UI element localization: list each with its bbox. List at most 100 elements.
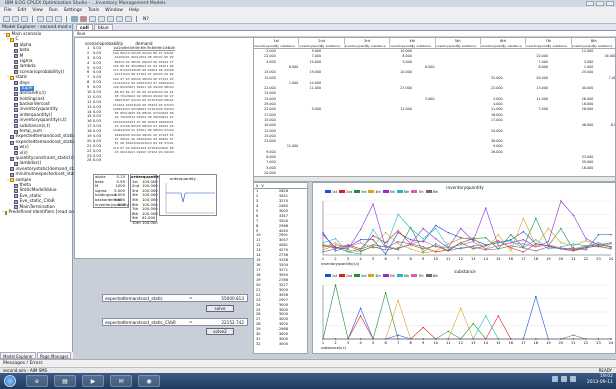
index-value-list[interactable]: x v 1 2826 2 3451 3 3270 4 2460 5 3005 6 3347 7 3200 8…	[253, 182, 308, 354]
page-icon[interactable]	[98, 16, 105, 22]
tab-bkue[interactable]: bkue	[93, 24, 113, 31]
solve2-button[interactable]: solve2	[206, 328, 234, 335]
menu-window[interactable]: Window	[105, 7, 123, 15]
parameter-table[interactable]: alpha 0.10 beta 0.95 M 1000 sigma 5.000 holdingc…	[93, 174, 129, 208]
data-point	[472, 338, 474, 340]
legend-item[interactable]: 6th	[396, 190, 409, 194]
tab-coll[interactable]: coll	[76, 24, 93, 31]
legend-item[interactable]: 5th	[382, 190, 395, 194]
new-icon[interactable]	[3, 16, 10, 22]
stop-icon[interactable]	[80, 16, 87, 22]
data-point	[359, 338, 362, 340]
data-point	[485, 236, 487, 239]
equals-icon: =	[189, 295, 193, 300]
data-point	[510, 338, 512, 340]
save-icon[interactable]	[21, 16, 28, 22]
legend-item[interactable]: 2nd	[338, 190, 352, 194]
data-point	[447, 247, 449, 249]
table-cell[interactable]: 100	[168, 150, 174, 154]
taskbar-app-media[interactable]: ▶	[82, 375, 104, 387]
solve-button[interactable]: solve	[206, 305, 234, 312]
legend-item[interactable]: 5th	[382, 274, 395, 278]
x-tick-label: 16	[509, 257, 513, 261]
messages-bar[interactable]: Messages / Errors	[0, 359, 616, 367]
data-point	[535, 295, 537, 298]
legend-item[interactable]: 3rd	[354, 190, 366, 194]
horizontal-scrollbar[interactable]	[254, 176, 615, 181]
run-icon[interactable]	[71, 16, 78, 22]
messages-label: Messages / Errors	[3, 361, 43, 366]
legend-item[interactable]: 8th	[425, 190, 438, 194]
tree-item[interactable]: − Predefined Identifiers [read only]	[2, 210, 79, 215]
data-point	[485, 249, 487, 251]
menu-help[interactable]: Help	[129, 7, 139, 15]
data-point	[472, 236, 474, 239]
tree-item[interactable]: Cminimumexpectedcost_static_CVaR	[2, 172, 92, 177]
var-identifier-icon: V	[14, 145, 18, 150]
data-page-left: scenarioprobability 1 2 3 4 5 6 7 8 9 10 11 12 13 14 1…	[74, 37, 254, 259]
volume-icon[interactable]	[561, 376, 567, 382]
legend-item[interactable]: 7th	[411, 190, 424, 194]
table-row[interactable]: 10th 100.000	[131, 220, 158, 226]
legend-item[interactable]: 2nd	[338, 274, 352, 278]
tab-page-manager[interactable]: Page Manager	[36, 352, 72, 359]
tab-model-explorer[interactable]: Model Explorer	[0, 352, 36, 359]
copy-icon[interactable]	[46, 16, 53, 22]
legend-item[interactable]: 4th	[368, 190, 381, 194]
orderquantity-table[interactable]: orderquantity 1st 100.000 2nd 100.000 3rd 100.…	[130, 174, 161, 225]
menu-run[interactable]: Run	[49, 7, 58, 15]
close-button[interactable]	[606, 1, 614, 6]
data-point	[435, 227, 437, 230]
taskbar-app-explorer[interactable]: ▤	[54, 375, 76, 387]
grid-icon[interactable]	[125, 16, 132, 22]
open-icon[interactable]	[12, 16, 19, 22]
data-point	[334, 242, 337, 244]
inventory-substance-table[interactable]: 1st 2nd 3rd 4th 5th 6th 7th 8th inventoryquanti…	[253, 37, 616, 182]
data-point	[397, 243, 399, 245]
x-tick-label: 1	[322, 257, 324, 261]
legend-swatch	[382, 274, 389, 277]
legend-item[interactable]: 6th	[396, 274, 409, 278]
list-item[interactable]: 32 3000	[254, 342, 307, 347]
par-identifier-icon: P	[14, 54, 18, 59]
legend-item[interactable]: 1st	[325, 190, 337, 194]
maximize-button[interactable]	[596, 1, 604, 6]
var-identifier-icon: V	[14, 124, 18, 129]
menu-settings[interactable]: Settings	[64, 7, 82, 15]
menu-view[interactable]: View	[32, 7, 43, 15]
clock[interactable]: 19:02 2013-09-11	[587, 374, 613, 386]
legend-item[interactable]: 8th	[425, 274, 438, 278]
chart-icon[interactable]	[116, 16, 123, 22]
x-tick-label: 4	[359, 257, 362, 261]
menu-edit[interactable]: Edit	[18, 7, 27, 15]
tree-item[interactable]: Vexpectedtemandcost_static_CVaR	[2, 140, 88, 145]
table-icon[interactable]	[107, 16, 114, 22]
data-point	[460, 242, 462, 244]
flag-icon[interactable]	[570, 376, 576, 382]
taskbar-app-ie[interactable]: e	[26, 375, 48, 387]
paste-icon[interactable]	[55, 16, 62, 22]
taskbar-app-outlook[interactable]: ✉	[110, 375, 132, 387]
data-point	[409, 244, 412, 246]
sub-header: inventoryquantity	[254, 44, 279, 48]
static-cost-box: expectedtemandcost_static 55000.813	[102, 294, 248, 302]
row-value: 500	[117, 201, 125, 207]
legend-item[interactable]: 1st	[325, 274, 337, 278]
start-button[interactable]	[4, 375, 16, 387]
minimize-button[interactable]	[586, 1, 594, 6]
taskbar-app-chrome[interactable]: ◉	[138, 375, 160, 387]
legend-item[interactable]: 7th	[411, 274, 424, 278]
menu-tools[interactable]: Tools	[88, 7, 99, 15]
cut-icon[interactable]	[37, 16, 44, 22]
network-icon[interactable]	[552, 376, 558, 382]
close-icon[interactable]: ×	[68, 24, 72, 30]
menu-file[interactable]: File	[4, 7, 12, 15]
demand-table[interactable]: demand 1st 2nd 3rd 4th 5th 6th 7th 8th 9th 10th 11…	[113, 41, 175, 154]
data-point	[460, 338, 462, 340]
var-identifier-icon: V	[14, 189, 18, 194]
legend-item[interactable]: 3rd	[354, 274, 366, 278]
x-tick-label: 11	[446, 341, 450, 345]
legend-item[interactable]: 4th	[368, 274, 381, 278]
identifier-icon[interactable]	[89, 16, 96, 22]
table-row[interactable]: inventoryquantity 500	[94, 201, 129, 208]
